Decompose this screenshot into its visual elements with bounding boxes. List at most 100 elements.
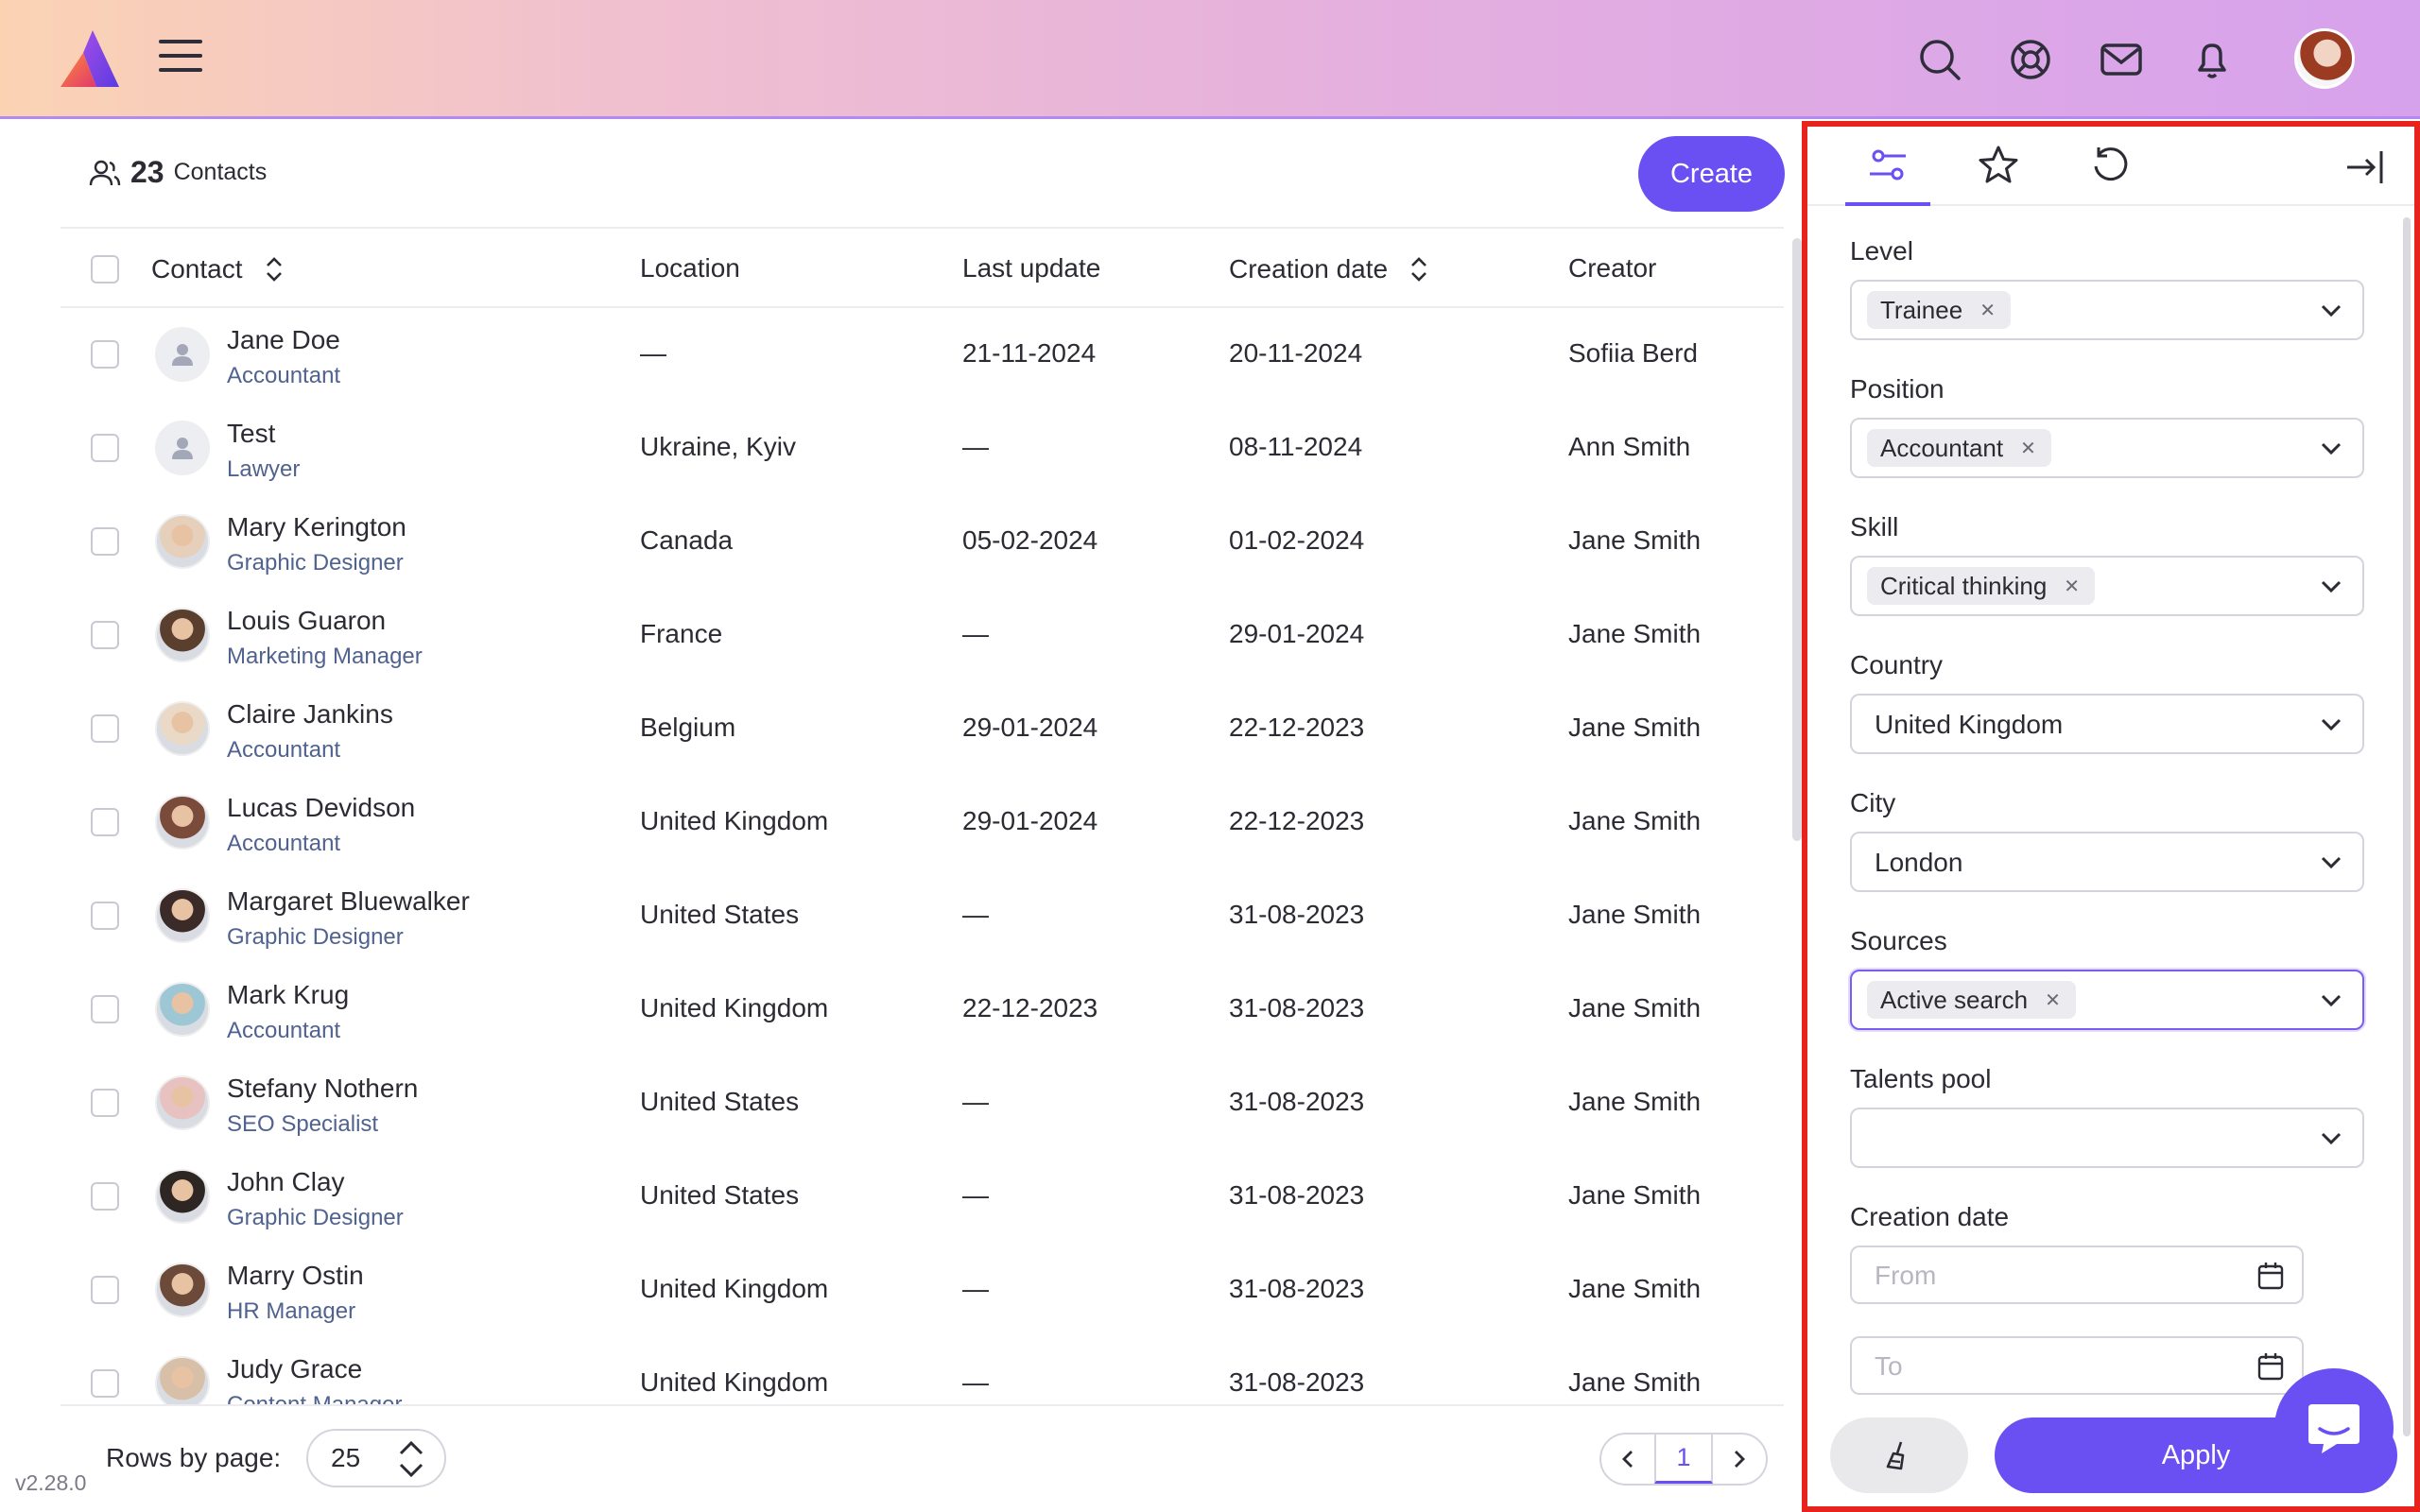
chat-icon [2308,1404,2360,1453]
contact-name[interactable]: Judy Grace [227,1354,362,1384]
bell-icon[interactable] [2188,36,2236,83]
row-checkbox[interactable] [91,1089,119,1117]
calendar-icon[interactable] [2256,1351,2285,1382]
from-placeholder: From [1875,1261,1937,1290]
table-row[interactable]: Marry Ostin HR Manager United Kingdom — 31-0… [60,1244,1784,1337]
creation-date-to-input[interactable]: To [1850,1336,2304,1395]
contact-name[interactable]: Test [227,419,275,449]
table-row[interactable]: Louis Guaron Marketing Manager France — 29-0… [60,589,1784,682]
column-header-creator: Creator [1568,253,1656,284]
table-row[interactable]: Margaret Bluewalker Graphic Designer Unite… [60,869,1784,963]
clear-filters-button[interactable] [1830,1418,1968,1493]
tab-favorites[interactable] [1956,144,2041,206]
skill-select[interactable]: Critical thinking ✕ [1850,556,2364,616]
creation-date-from-input[interactable]: From [1850,1246,2304,1304]
chat-widget-button[interactable] [2274,1368,2394,1487]
sort-icon[interactable] [264,253,285,285]
cell-creation-date: 22-12-2023 [1229,713,1365,742]
calendar-icon[interactable] [2256,1261,2285,1291]
level-select[interactable]: Trainee ✕ [1850,280,2364,340]
avatar [155,608,210,662]
menu-icon[interactable] [159,40,202,77]
row-checkbox[interactable] [91,808,119,836]
country-select[interactable]: United Kingdom [1850,694,2364,754]
contact-name[interactable]: Stefany Nothern [227,1074,418,1104]
row-checkbox[interactable] [91,527,119,556]
mail-icon[interactable] [2098,36,2145,83]
skill-label: Skill [1850,512,1899,541]
contact-name[interactable]: Margaret Bluewalker [227,886,470,917]
table-row[interactable]: John Clay Graphic Designer United States — 3… [60,1150,1784,1244]
app-version: v2.28.0 [15,1470,87,1495]
select-all-checkbox[interactable] [91,255,119,284]
tab-filters[interactable] [1845,144,1930,206]
contact-name[interactable]: Jane Doe [227,325,340,355]
app-logo[interactable] [57,28,123,91]
cell-creator: Ann Smith [1568,432,1691,461]
cell-location: Canada [640,525,734,555]
cell-last-update: — [962,1087,989,1116]
search-icon[interactable] [1916,36,1963,83]
row-checkbox[interactable] [91,902,119,930]
sources-label: Sources [1850,926,1947,955]
cell-last-update: — [962,900,989,929]
contact-name[interactable]: Mary Kerington [227,512,406,542]
level-chip: Trainee ✕ [1867,291,2011,329]
row-checkbox[interactable] [91,1182,119,1211]
position-select[interactable]: Accountant ✕ [1850,418,2364,478]
talents-pool-select[interactable] [1850,1108,2364,1168]
chip-remove-icon[interactable]: ✕ [1979,299,1996,322]
column-header-contact[interactable]: Contact [151,253,285,285]
table-row[interactable]: Mark Krug Accountant United Kingdom 22-12-2… [60,963,1784,1057]
skill-chip: Critical thinking ✕ [1867,567,2096,605]
next-page-button[interactable] [1713,1435,1766,1484]
column-header-creation-date[interactable]: Creation date [1229,253,1429,285]
chip-remove-icon[interactable]: ✕ [2064,575,2080,598]
avatar [155,1169,210,1224]
filter-panel-scrollbar[interactable] [2403,217,2411,1436]
table-row[interactable]: Judy Grace Content Manager United Kingdom —… [60,1337,1784,1406]
page-number[interactable]: 1 [1654,1435,1713,1484]
lifebuoy-icon[interactable] [2007,36,2054,83]
table-row[interactable]: Stefany Nothern SEO Specialist United Stat… [60,1057,1784,1150]
row-checkbox[interactable] [91,1276,119,1304]
row-checkbox[interactable] [91,714,119,743]
table-row[interactable]: Test Lawyer Ukraine, Kyiv — 08-11-2024 Ann Sm… [60,402,1784,495]
cell-creator: Jane Smith [1568,1087,1702,1116]
table-row[interactable]: Claire Jankins Accountant Belgium 29-01-202… [60,682,1784,776]
contact-position: HR Manager [227,1298,356,1324]
contact-name[interactable]: Lucas Devidson [227,793,415,823]
cell-creation-date: 22-12-2023 [1229,806,1365,835]
filter-panel-tabs [1807,127,2414,206]
row-checkbox[interactable] [91,995,119,1023]
chip-remove-icon[interactable]: ✕ [2045,988,2061,1012]
row-checkbox[interactable] [91,621,119,649]
user-avatar[interactable] [2294,28,2355,89]
contact-name[interactable]: Louis Guaron [227,606,386,636]
table-row[interactable]: Jane Doe Accountant — 21-11-2024 20-11-2024 S… [60,308,1784,402]
rows-per-page-select[interactable]: 25 [306,1429,446,1487]
contact-name[interactable]: Claire Jankins [227,699,393,730]
row-checkbox[interactable] [91,434,119,462]
cell-creation-date: 01-02-2024 [1229,525,1365,555]
contact-name[interactable]: John Clay [227,1167,345,1197]
cell-last-update: 22-12-2023 [962,993,1098,1022]
table-row[interactable]: Lucas Devidson Accountant United Kingdom 29… [60,776,1784,869]
stepper-icon[interactable] [395,1436,427,1482]
row-checkbox[interactable] [91,340,119,369]
avatar [155,795,210,850]
chip-remove-icon[interactable]: ✕ [2020,437,2036,460]
prev-page-button[interactable] [1601,1435,1654,1484]
tab-history[interactable] [2068,144,2153,206]
contact-name[interactable]: Marry Ostin [227,1261,364,1291]
city-select[interactable]: London [1850,832,2364,892]
cell-creation-date: 31-08-2023 [1229,1274,1365,1303]
collapse-panel-icon[interactable] [2343,146,2387,189]
create-button[interactable]: Create [1638,136,1785,212]
table-row[interactable]: Mary Kerington Graphic Designer Canada 05-0… [60,495,1784,589]
contact-name[interactable]: Mark Krug [227,980,349,1010]
sort-icon[interactable] [1409,253,1429,285]
sources-select[interactable]: Active search ✕ [1850,970,2364,1030]
table-scrollbar[interactable] [1792,238,1802,841]
row-checkbox[interactable] [91,1369,119,1398]
